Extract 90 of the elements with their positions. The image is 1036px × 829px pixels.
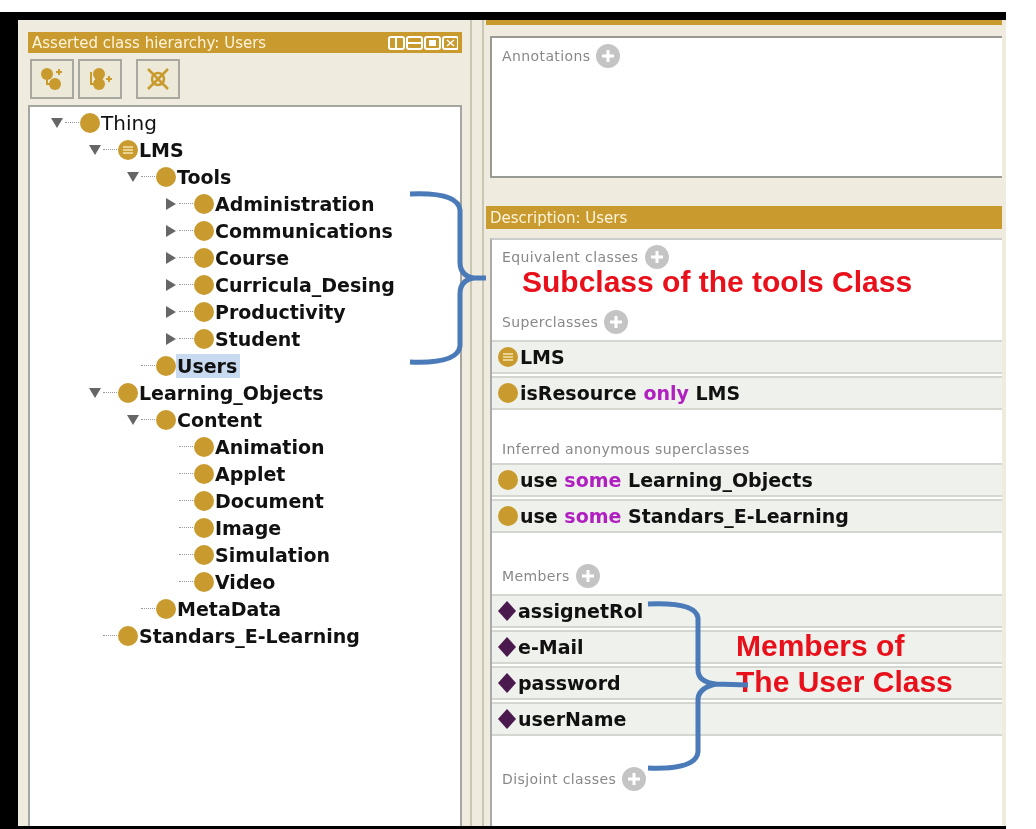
frame-row[interactable]: use some Learning_Objects <box>492 463 1002 497</box>
section-label: Disjoint classes <box>502 771 617 787</box>
tree-item[interactable]: LMS <box>138 137 187 162</box>
tree-item[interactable]: Thing <box>100 110 160 135</box>
collapsed-triangle-icon[interactable] <box>164 251 178 264</box>
section-label: Equivalent classes <box>502 249 639 265</box>
frame-row[interactable]: LMS <box>492 340 1002 374</box>
delete-class-icon <box>145 66 171 92</box>
class-icon <box>498 470 518 490</box>
class-expression: assignetRol <box>518 600 644 622</box>
expanded-triangle-icon[interactable] <box>126 170 140 183</box>
class-icon <box>194 274 214 295</box>
collapsed-triangle-icon[interactable] <box>164 224 178 237</box>
expanded-triangle-icon[interactable] <box>50 116 64 129</box>
expanded-triangle-icon[interactable] <box>88 143 102 156</box>
tree-item[interactable]: Users <box>176 353 241 378</box>
tree-item[interactable]: Image <box>214 515 285 540</box>
tree-item[interactable]: Course <box>214 245 293 270</box>
tree-item[interactable]: Animation <box>214 434 328 459</box>
panel-title: Description: Users <box>490 208 628 227</box>
callout-text: Members of <box>736 629 905 663</box>
class-icon <box>194 328 214 349</box>
class-icon <box>156 598 176 619</box>
section-label: Annotations <box>502 48 591 64</box>
class-icon <box>194 544 214 565</box>
collapsed-triangle-icon[interactable] <box>164 305 178 318</box>
tree-item[interactable]: Document <box>214 488 327 513</box>
expanded-triangle-icon[interactable] <box>88 386 102 399</box>
class-expression: LMS <box>520 346 565 368</box>
callout-text: Subclass of the tools Class <box>522 266 913 298</box>
tree-item[interactable]: Administration <box>214 191 378 216</box>
panel-title: Asserted class hierarchy: Users <box>32 33 267 52</box>
class-icon <box>194 517 214 538</box>
frame-row[interactable]: e-Mail Members of <box>492 630 1002 664</box>
class-expression: isResource only LMS <box>520 382 741 404</box>
collapsed-triangle-icon[interactable] <box>164 197 178 210</box>
frame-row[interactable]: isResource only LMS <box>492 376 1002 410</box>
class-icon <box>156 355 176 376</box>
class-icon <box>118 382 138 403</box>
class-expression: password <box>518 672 621 694</box>
tree-item[interactable]: Video <box>214 569 279 594</box>
class-icon <box>156 166 176 187</box>
class-icon <box>498 383 518 403</box>
frame-row[interactable]: password The User Class <box>492 666 1002 700</box>
tree-item[interactable]: Content <box>176 407 266 432</box>
tree-item[interactable]: Simulation <box>214 542 334 567</box>
class-icon <box>498 506 518 526</box>
frame-row[interactable]: assignetRol <box>492 594 1002 628</box>
collapsed-triangle-icon[interactable] <box>164 332 178 345</box>
class-expression: e-Mail <box>518 636 584 658</box>
tree-item[interactable]: Applet <box>214 461 289 486</box>
defined-class-icon <box>118 139 138 160</box>
tree-item[interactable]: Standars_E-Learning <box>138 623 363 648</box>
add-sibling-icon <box>87 66 113 92</box>
tree-item[interactable]: Student <box>214 326 304 351</box>
class-icon <box>194 247 214 268</box>
class-icon <box>80 112 100 133</box>
class-icon <box>194 490 214 511</box>
callout-text: The User Class <box>736 665 953 699</box>
expanded-triangle-icon[interactable] <box>126 413 140 426</box>
tree-item[interactable]: Productivity <box>214 299 349 324</box>
tree-item[interactable]: Communications <box>214 218 396 243</box>
diamond-icon <box>498 673 516 693</box>
class-icon <box>118 625 138 646</box>
class-icon <box>194 436 214 457</box>
add-subclass-icon <box>39 66 65 92</box>
class-icon <box>194 220 214 241</box>
class-expression: use some Learning_Objects <box>520 469 813 491</box>
class-expression: use some Standars_E-Learning <box>520 505 849 527</box>
tree-item[interactable]: Tools <box>176 164 235 189</box>
class-icon <box>194 301 214 322</box>
diamond-icon <box>498 637 516 657</box>
frame-row[interactable]: use some Standars_E-Learning <box>492 499 1002 533</box>
class-icon <box>194 463 214 484</box>
defined-class-icon <box>498 347 518 367</box>
tree-item[interactable]: Learning_Objects <box>138 380 327 405</box>
view-controls-icon[interactable] <box>388 35 458 50</box>
section-label: Members <box>502 568 570 584</box>
frame-row[interactable]: userName <box>492 702 1002 736</box>
class-icon <box>156 409 176 430</box>
collapsed-triangle-icon[interactable] <box>164 278 178 291</box>
class-expression: userName <box>518 708 627 730</box>
section-label: Superclasses <box>502 314 599 330</box>
tree-item[interactable]: MetaData <box>176 596 285 621</box>
class-icon <box>194 193 214 214</box>
class-icon <box>194 571 214 592</box>
section-label: Inferred anonymous superclasses <box>502 441 750 457</box>
tree-item[interactable]: Curricula_Desing <box>214 272 398 297</box>
diamond-icon <box>498 709 516 729</box>
diamond-icon <box>498 601 516 621</box>
